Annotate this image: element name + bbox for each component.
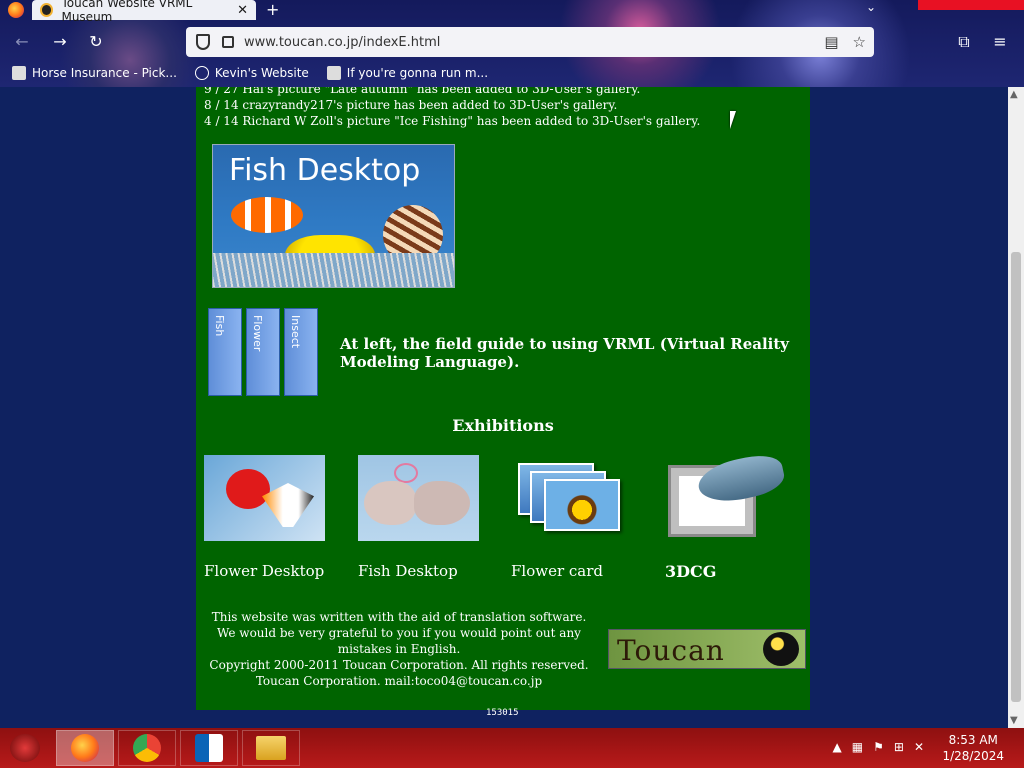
footer-line: We would be very grateful to you if you … bbox=[217, 626, 581, 656]
book-label: Flower bbox=[251, 315, 264, 352]
chrome-icon bbox=[133, 734, 161, 762]
firefox-icon bbox=[8, 2, 24, 18]
scroll-down-icon[interactable]: ▼ bbox=[1010, 715, 1018, 726]
footer-line: Copyright 2000-2011 Toucan Corporation. … bbox=[209, 658, 589, 672]
3dcg-thumb[interactable] bbox=[668, 450, 788, 541]
browser-tab[interactable]: Toucan Website VRML Museum ✕ bbox=[32, 0, 256, 24]
address-bar[interactable]: www.toucan.co.jp/indexE.html ▤ ☆ bbox=[186, 27, 874, 57]
close-tab-icon[interactable]: ✕ bbox=[237, 3, 248, 18]
bookmark-item[interactable]: Kevin's Website bbox=[194, 66, 309, 80]
hibiscus-icon bbox=[226, 469, 270, 509]
book-label: Fish bbox=[213, 315, 226, 337]
exhibitions-heading: Exhibitions bbox=[452, 416, 554, 435]
visitor-counter: 153015 bbox=[486, 708, 519, 718]
globe-icon bbox=[194, 66, 209, 80]
fish-icon bbox=[364, 481, 416, 525]
logo-text: Toucan bbox=[617, 634, 725, 667]
fish-icon bbox=[414, 481, 470, 525]
volume-muted-icon[interactable]: ✕ bbox=[914, 740, 924, 754]
forward-icon[interactable]: → bbox=[48, 30, 72, 54]
firefox-icon bbox=[71, 734, 99, 762]
toucan-bird-icon bbox=[763, 632, 799, 666]
bookmark-item[interactable]: If you're gonna run m... bbox=[326, 66, 489, 80]
shield-icon[interactable] bbox=[196, 34, 210, 50]
clownfish-icon bbox=[231, 197, 303, 233]
taskbar-outlook[interactable] bbox=[180, 730, 238, 766]
coral-icon bbox=[213, 253, 454, 287]
lock-icon[interactable] bbox=[222, 36, 234, 48]
bookmark-label: Kevin's Website bbox=[214, 66, 309, 80]
window-close-button[interactable] bbox=[918, 0, 1024, 10]
outlook-icon bbox=[195, 734, 223, 762]
field-guide-books[interactable]: Fish Flower Insect bbox=[208, 308, 322, 398]
news-list: 9 / 27 Hal's picture "Late autumn" has b… bbox=[204, 87, 700, 129]
nav-toolbar: ← → ↻ www.toucan.co.jp/indexE.html ▤ ☆ ⧉… bbox=[0, 26, 1024, 58]
exhibition-link-flower-card[interactable]: Flower card bbox=[511, 562, 603, 580]
news-item: 9 / 27 Hal's picture "Late autumn" has b… bbox=[204, 87, 641, 96]
vertical-scrollbar[interactable]: ▲ ▼ bbox=[1008, 87, 1024, 728]
flower-guide-book[interactable]: Flower bbox=[246, 308, 280, 396]
taskbar: ▲ ▦ ⚑ ⊞ ✕ 8:53 AM 1/28/2024 bbox=[0, 728, 1024, 768]
footer-email[interactable]: Toucan Corporation. mail:toco04@toucan.c… bbox=[204, 673, 594, 689]
browser-chrome: Toucan Website VRML Museum ✕ + ⌄ ← → ↻ w… bbox=[0, 0, 1024, 87]
bookmark-label: Horse Insurance - Pick... bbox=[32, 66, 177, 80]
sunflower-card-icon bbox=[544, 479, 620, 531]
tab-bar: Toucan Website VRML Museum ✕ + ⌄ bbox=[0, 0, 1024, 24]
horse-icon bbox=[12, 66, 26, 80]
news-item: 8 / 14 crazyrandy217's picture has been … bbox=[204, 98, 618, 112]
menu-icon[interactable]: ≡ bbox=[988, 30, 1012, 54]
scrollbar-thumb[interactable] bbox=[1011, 252, 1021, 702]
back-icon[interactable]: ← bbox=[10, 30, 34, 54]
flower-desktop-thumb[interactable] bbox=[204, 455, 325, 541]
reload-icon[interactable]: ↻ bbox=[84, 30, 108, 54]
system-tray: ▲ ▦ ⚑ ⊞ ✕ bbox=[833, 740, 924, 754]
fish-desktop-banner[interactable]: Fish Desktop bbox=[212, 144, 455, 288]
bookmarks-bar: Horse Insurance - Pick... Kevin's Websit… bbox=[0, 62, 1024, 84]
footer: This website was written with the aid of… bbox=[204, 609, 594, 689]
taskbar-chrome[interactable] bbox=[118, 730, 176, 766]
fish-desktop-thumb[interactable] bbox=[358, 455, 479, 541]
scroll-up-icon[interactable]: ▲ bbox=[1010, 89, 1018, 100]
field-guide-text: At left, the field guide to using VRML (… bbox=[340, 335, 790, 371]
flag-icon[interactable]: ⚑ bbox=[873, 740, 884, 754]
page-viewport: 9 / 27 Hal's picture "Late autumn" has b… bbox=[0, 87, 1024, 728]
ethernet-icon[interactable]: ⊞ bbox=[894, 740, 904, 754]
exhibition-link-fish-desktop[interactable]: Fish Desktop bbox=[358, 562, 458, 580]
taskbar-clock[interactable]: 8:53 AM 1/28/2024 bbox=[942, 732, 1004, 764]
bookmark-label: If you're gonna run m... bbox=[346, 66, 489, 80]
extensions-icon[interactable]: ⧉ bbox=[952, 30, 976, 54]
clock-time: 8:53 AM bbox=[948, 733, 998, 747]
mouse-cursor-icon bbox=[730, 111, 742, 129]
bookmark-star-icon[interactable]: ☆ bbox=[853, 33, 866, 51]
exhibition-link-flower-desktop[interactable]: Flower Desktop bbox=[204, 562, 324, 580]
new-tab-button[interactable]: + bbox=[266, 0, 279, 19]
bookmark-item[interactable]: Horse Insurance - Pick... bbox=[12, 66, 177, 80]
heart-icon bbox=[394, 463, 418, 483]
flower-card-thumb[interactable] bbox=[518, 463, 624, 533]
clock-date: 1/28/2024 bbox=[942, 749, 1004, 763]
toucan-logo[interactable]: Toucan bbox=[608, 629, 806, 669]
tab-title: Toucan Website VRML Museum bbox=[61, 0, 193, 24]
news-item: 4 / 14 Richard W Zoll's picture "Ice Fis… bbox=[204, 114, 701, 128]
reader-view-icon[interactable]: ▤ bbox=[824, 33, 838, 51]
network-icon[interactable]: ▦ bbox=[852, 740, 863, 754]
taskbar-file-explorer[interactable] bbox=[242, 730, 300, 766]
taskbar-firefox[interactable] bbox=[56, 730, 114, 766]
banner-title: Fish Desktop bbox=[229, 153, 421, 188]
main-content: 9 / 27 Hal's picture "Late autumn" has b… bbox=[196, 87, 810, 710]
mask-icon bbox=[326, 66, 341, 80]
insect-guide-book[interactable]: Insect bbox=[284, 308, 318, 396]
folder-icon bbox=[256, 736, 286, 760]
exhibition-link-3dcg[interactable]: 3DCG bbox=[665, 562, 716, 581]
chevron-down-icon[interactable]: ⌄ bbox=[866, 0, 876, 14]
footer-line: This website was written with the aid of… bbox=[211, 610, 587, 624]
toucan-favicon-icon bbox=[40, 3, 54, 17]
url-text[interactable]: www.toucan.co.jp/indexE.html bbox=[244, 35, 440, 50]
book-label: Insect bbox=[289, 315, 302, 349]
fish-guide-book[interactable]: Fish bbox=[208, 308, 242, 396]
show-hidden-icons-icon[interactable]: ▲ bbox=[833, 740, 842, 754]
start-button[interactable] bbox=[10, 734, 40, 762]
